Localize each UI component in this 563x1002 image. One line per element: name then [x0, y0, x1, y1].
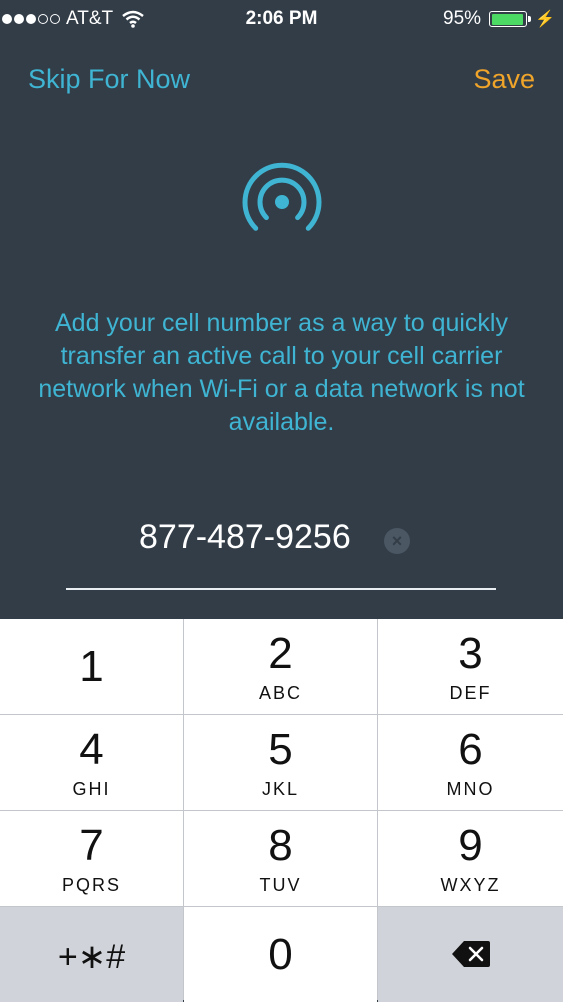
key-digit: 4 [79, 725, 104, 774]
key-digit: 7 [79, 821, 104, 870]
key-2[interactable]: 2 ABC [184, 619, 377, 714]
battery-icon [489, 11, 532, 27]
key-letters: JKL [261, 779, 300, 799]
battery-percent: 95% [443, 8, 482, 29]
key-8[interactable]: 8 TUV [184, 811, 377, 906]
save-button[interactable]: Save [473, 64, 535, 95]
key-6[interactable]: 6 MNO [378, 715, 563, 810]
info-message: Add your cell number as a way to quickly… [38, 309, 525, 436]
key-letters: MNO [446, 779, 495, 799]
key-letters: TUV [259, 875, 302, 895]
charging-icon: ⚡ [535, 11, 555, 28]
status-bar: AT&T 2:06 PM 95% ⚡ [0, 0, 563, 40]
key-letters: GHI [72, 779, 111, 799]
key-0[interactable]: 0 [184, 907, 377, 1002]
close-icon: × [391, 531, 403, 551]
key-digit: 8 [268, 821, 293, 870]
numeric-keypad: 1 2 ABC 3 DEF 4 GHI 5 JKL 6 MNO 7 PQRS 8 TUV 9 W… [0, 619, 563, 1002]
broadcast-icon [242, 162, 322, 231]
key-letters: DEF [449, 683, 492, 703]
delete-button[interactable] [378, 907, 563, 1002]
key-5[interactable]: 5 JKL [184, 715, 377, 810]
backspace-icon [452, 941, 490, 967]
key-3[interactable]: 3 DEF [378, 619, 563, 714]
clear-input-button[interactable]: × [384, 528, 410, 554]
battery-fill [491, 13, 523, 25]
key-symbols[interactable]: +∗# [0, 907, 183, 1002]
key-digit: 6 [458, 725, 483, 774]
key-digit: 5 [268, 725, 293, 774]
key-digit: 3 [458, 629, 483, 678]
key-digit: 2 [268, 629, 293, 678]
key-9[interactable]: 9 WXYZ [378, 811, 563, 906]
key-digit: 0 [268, 930, 293, 979]
key-digit: 1 [79, 642, 104, 691]
key-4[interactable]: 4 GHI [0, 715, 183, 810]
key-7[interactable]: 7 PQRS [0, 811, 183, 906]
input-underline [66, 588, 496, 590]
battery-status: 95% ⚡ [443, 8, 555, 30]
key-letters: WXYZ [440, 875, 501, 895]
skip-button[interactable]: Skip For Now [28, 64, 190, 95]
key-letters: ABC [258, 683, 302, 703]
key-1[interactable]: 1 [0, 619, 183, 714]
phone-number-input[interactable]: 877-487-9256 [139, 518, 351, 557]
key-symbols-label: +∗# [57, 938, 126, 976]
key-letters: PQRS [61, 875, 121, 895]
key-digit: 9 [458, 821, 483, 870]
